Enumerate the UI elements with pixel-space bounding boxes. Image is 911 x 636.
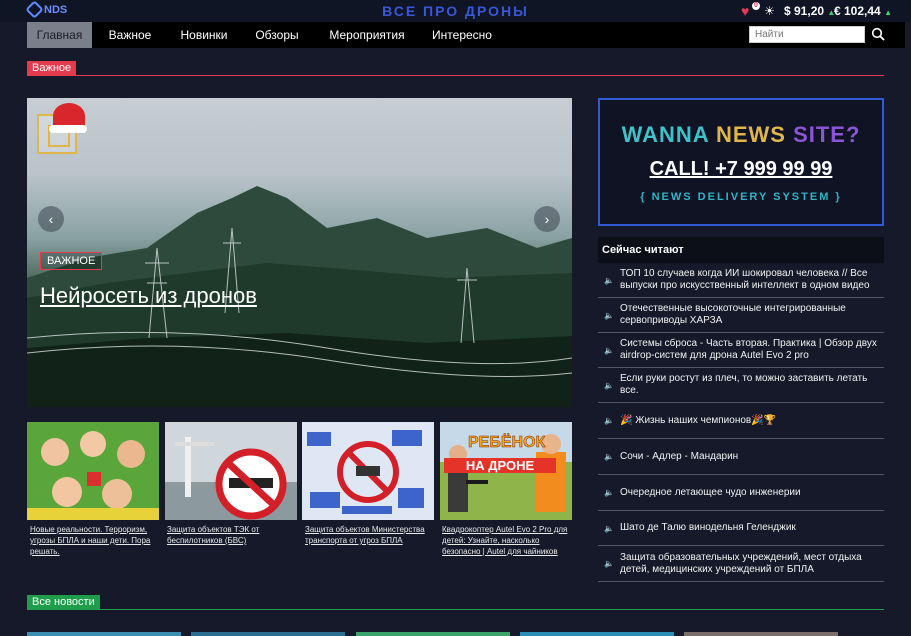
speaker-icon: 🔈	[604, 523, 614, 533]
section-divider	[27, 609, 884, 610]
kids-image	[27, 422, 159, 520]
news-thumb-4-caption[interactable]: Квадрокоптер Autel Evo 2 Pro для детей: …	[442, 524, 574, 557]
ad-banner[interactable]: WANNA NEWS SITE? CALL! +7 999 99 99 { NE…	[598, 98, 884, 226]
news-card-peek[interactable]	[191, 632, 345, 636]
reading-item-5-text[interactable]: 🎉 Жизнь наших чемпионов🎉🏆	[620, 415, 776, 427]
no-drones-energy-image	[165, 422, 297, 520]
now-reading-title: Сейчас читают	[598, 237, 884, 263]
news-card-peek[interactable]	[27, 632, 181, 636]
search-input[interactable]	[749, 26, 865, 43]
ad-headline: WANNA NEWS SITE?	[600, 122, 882, 148]
thumb-overlay-text-2: НА ДРОНЕ	[444, 458, 556, 473]
eur-rate-value: € 102,44	[834, 4, 881, 18]
reading-item-7[interactable]: 🔈 Очередное летающее чудо инженерии	[598, 475, 884, 511]
speaker-icon: 🔈	[604, 380, 614, 390]
reading-item-3[interactable]: 🔈 Системы сброса - Часть вторая. Практика…	[598, 333, 884, 368]
santa-hat-icon	[49, 103, 87, 133]
section-important-label[interactable]: Важное	[27, 61, 77, 76]
thumb-overlay-text-1: РЕБЁНОК	[468, 434, 546, 452]
speaker-icon: 🔈	[604, 559, 614, 568]
news-card-peek[interactable]	[520, 632, 674, 636]
heart-icon[interactable]: ♥	[741, 3, 749, 19]
news-thumb-1[interactable]	[27, 422, 159, 520]
nav-item-events[interactable]: Мероприятия	[319, 22, 415, 48]
news-thumb-3[interactable]	[302, 422, 434, 520]
favorites-count-badge: 0	[752, 2, 760, 10]
ad-phone[interactable]: CALL! +7 999 99 99	[600, 158, 882, 181]
hero-slide[interactable]: ‹ › ВАЖНОЕ Нейросеть из дронов	[27, 98, 572, 407]
speaker-icon: 🔈	[604, 345, 614, 355]
ad-headline-part-2: NEWS	[715, 122, 786, 147]
speaker-icon: 🔈	[604, 310, 614, 320]
reading-item-2[interactable]: 🔈 Отечественные высокоточные интегрирован…	[598, 298, 884, 333]
reading-item-4-text[interactable]: Если руки ростут из плеч, то можно заста…	[620, 373, 884, 397]
section-divider	[27, 75, 884, 76]
news-thumb-1-caption[interactable]: Новые реальности. Терроризм, угрозы БПЛА…	[30, 524, 162, 557]
search-icon[interactable]	[871, 27, 885, 41]
news-card-peek[interactable]	[356, 632, 510, 636]
reading-item-8[interactable]: 🔈 Шато де Талю винодельня Геленджик	[598, 511, 884, 546]
nav-item-interesting[interactable]: Интересно	[425, 22, 499, 48]
news-card-peek[interactable]	[684, 632, 838, 636]
chevron-right-icon[interactable]: ›	[534, 206, 560, 232]
speaker-icon: 🔈	[604, 416, 614, 425]
speaker-icon: 🔈	[604, 275, 614, 285]
hero-title[interactable]: Нейросеть из дронов	[40, 283, 257, 309]
hero-category-badge[interactable]: ВАЖНОЕ	[40, 252, 103, 270]
usd-rate-value: $ 91,20	[784, 4, 825, 18]
reading-item-9[interactable]: 🔈 Защита образовательных учреждений, мест…	[598, 546, 884, 582]
reading-item-2-text[interactable]: Отечественные высокоточные интегрированн…	[620, 303, 884, 327]
eur-rate: € 102,44 ▲	[834, 4, 892, 18]
speaker-icon: 🔈	[604, 488, 614, 497]
hero-image	[27, 186, 572, 407]
usd-rate: $ 91,20 ▲	[784, 4, 835, 18]
reading-item-1-text[interactable]: ТОП 10 случаев когда ИИ шокировал челове…	[620, 268, 884, 292]
news-thumb-2[interactable]	[165, 422, 297, 520]
reading-item-7-text[interactable]: Очередное летающее чудо инженерии	[620, 487, 801, 499]
ad-headline-part-3: SITE?	[785, 122, 861, 147]
main-nav: Главная Важное Новинки Обзоры Мероприяти…	[27, 22, 905, 48]
eur-up-arrow-icon: ▲	[884, 8, 892, 17]
reading-item-1[interactable]: 🔈 ТОП 10 случаев когда ИИ шокировал челов…	[598, 263, 884, 298]
transport-protection-image	[302, 422, 434, 520]
nav-item-reviews[interactable]: Обзоры	[247, 22, 307, 48]
nav-item-new[interactable]: Новинки	[171, 22, 237, 48]
section-all-news-label[interactable]: Все новости	[27, 595, 100, 610]
nav-item-important[interactable]: Важное	[100, 22, 160, 48]
reading-item-6-text[interactable]: Сочи - Адлер - Мандарин	[620, 451, 738, 463]
ad-tagline: { NEWS DELIVERY SYSTEM }	[640, 191, 842, 203]
reading-item-8-text[interactable]: Шато де Талю винодельня Геленджик	[620, 522, 796, 534]
speaker-icon: 🔈	[604, 452, 614, 461]
chevron-left-icon[interactable]: ‹	[38, 206, 64, 232]
reading-item-4[interactable]: 🔈 Если руки ростут из плеч, то можно заст…	[598, 368, 884, 403]
top-bar: NDS ВСЕ ПРО ДРОНЫ ♥ 0 ☀ $ 91,20 ▲ € 102,…	[0, 0, 911, 22]
news-thumb-4[interactable]: РЕБЁНОК НА ДРОНЕ	[440, 422, 572, 520]
reading-item-9-text[interactable]: Защита образовательных учреждений, мест …	[620, 552, 884, 576]
reading-item-6[interactable]: 🔈 Сочи - Адлер - Мандарин	[598, 439, 884, 475]
reading-item-3-text[interactable]: Системы сброса - Часть вторая. Практика …	[620, 338, 884, 362]
reading-item-5[interactable]: 🔈 🎉 Жизнь наших чемпионов🎉🏆	[598, 403, 884, 439]
nav-item-home[interactable]: Главная	[27, 22, 92, 48]
news-thumb-2-caption[interactable]: Защита объектов ТЭК от беспилотников (БВ…	[167, 524, 299, 546]
sun-icon[interactable]: ☀	[764, 4, 775, 18]
news-thumb-3-caption[interactable]: Защита объектов Министерства транспорта …	[305, 524, 437, 546]
ad-headline-part-1: WANNA	[621, 122, 716, 147]
